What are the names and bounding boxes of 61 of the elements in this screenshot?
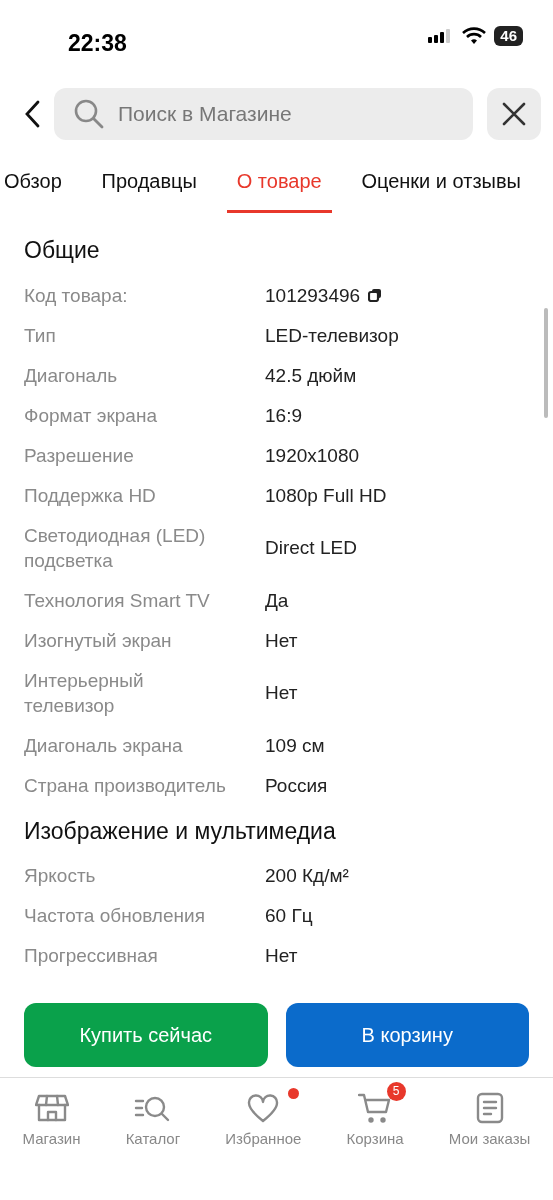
spec-label: Разрешение <box>24 443 135 468</box>
section-title: Изображение и мультимедиа <box>24 816 337 846</box>
battery-indicator: 46 <box>494 26 523 46</box>
close-icon <box>502 102 526 126</box>
spec-value: 42.5 дюйм <box>265 363 357 388</box>
nav-label: Корзина <box>346 1128 404 1149</box>
nav-item[interactable]: Корзина 5 <box>346 1079 404 1150</box>
spec-value: 109 см <box>265 733 325 758</box>
count-badge: 5 <box>386 1081 406 1101</box>
spec-label: Диагональ экрана <box>24 733 184 758</box>
tab[interactable]: Продавцы <box>91 160 207 213</box>
nav-label: Магазин <box>22 1128 81 1149</box>
spec-value: 1920x1080 <box>265 443 360 468</box>
document-icon <box>475 1091 504 1124</box>
nav-item[interactable]: Мои заказы <box>448 1079 531 1150</box>
close-button[interactable] <box>487 88 541 140</box>
buy-now-button[interactable]: Купить сейчас <box>24 1002 268 1067</box>
heart-icon <box>247 1093 280 1124</box>
spec-label: Тип <box>24 323 57 348</box>
spec-label: Формат экрана <box>24 403 158 428</box>
nav-label: Мои заказы <box>448 1128 531 1149</box>
spec-value: Нет <box>265 944 298 968</box>
clock-time: 22:38 <box>68 29 127 58</box>
spec-value: Нет <box>265 628 298 653</box>
spec-value: 16:9 <box>265 403 302 428</box>
spec-value: 60 Гц <box>265 904 313 928</box>
spec-value: Direct LED <box>265 536 357 560</box>
spec-label: Светодиодная (LED) подсветка <box>24 523 207 573</box>
search-icon <box>74 99 104 129</box>
tab[interactable]: Оценки и отзывы <box>351 160 531 213</box>
spec-label: Прогрессивная <box>24 944 159 968</box>
spec-label: Яркость <box>24 864 97 888</box>
copy-icon[interactable] <box>368 288 383 302</box>
spec-value: LED-телевизор <box>265 323 399 348</box>
spec-value: 200 Кд/м² <box>265 864 349 888</box>
nav-item[interactable]: Магазин <box>22 1079 81 1150</box>
spec-value: 1080p Full HD <box>265 483 387 508</box>
spec-label: Изогнутый экран <box>24 628 173 653</box>
spec-value: Да <box>265 588 289 613</box>
tab[interactable]: Обзор <box>4 160 72 213</box>
spec-label: Интерьерный телевизор <box>24 668 145 718</box>
spec-label: Страна производитель <box>24 773 227 798</box>
wifi-icon <box>462 27 487 45</box>
spec-label: Поддержка HD <box>24 483 157 508</box>
spec-value: Нет <box>265 681 298 705</box>
spec-value: Россия <box>265 773 328 798</box>
nav-label: Избранное <box>225 1128 302 1149</box>
spec-label: Код товара: <box>24 283 129 308</box>
tab[interactable]: О товаре <box>226 160 332 213</box>
section-title: Общие <box>24 236 101 265</box>
spec-label: Частота обновления <box>24 904 206 928</box>
spec-label: Технология Smart TV <box>24 588 211 613</box>
nav-label: Каталог <box>125 1128 181 1149</box>
search-field[interactable]: Поиск в Магазине <box>54 88 473 140</box>
spec-label: Диагональ <box>24 363 119 388</box>
cart-icon <box>358 1091 393 1124</box>
nav-item[interactable]: Каталог <box>125 1079 181 1150</box>
spec-value: 101293496 <box>265 283 361 308</box>
add-to-cart-button[interactable]: В корзину <box>285 1002 529 1067</box>
back-icon[interactable] <box>24 100 40 128</box>
nav-item[interactable]: Избранное <box>225 1079 302 1150</box>
